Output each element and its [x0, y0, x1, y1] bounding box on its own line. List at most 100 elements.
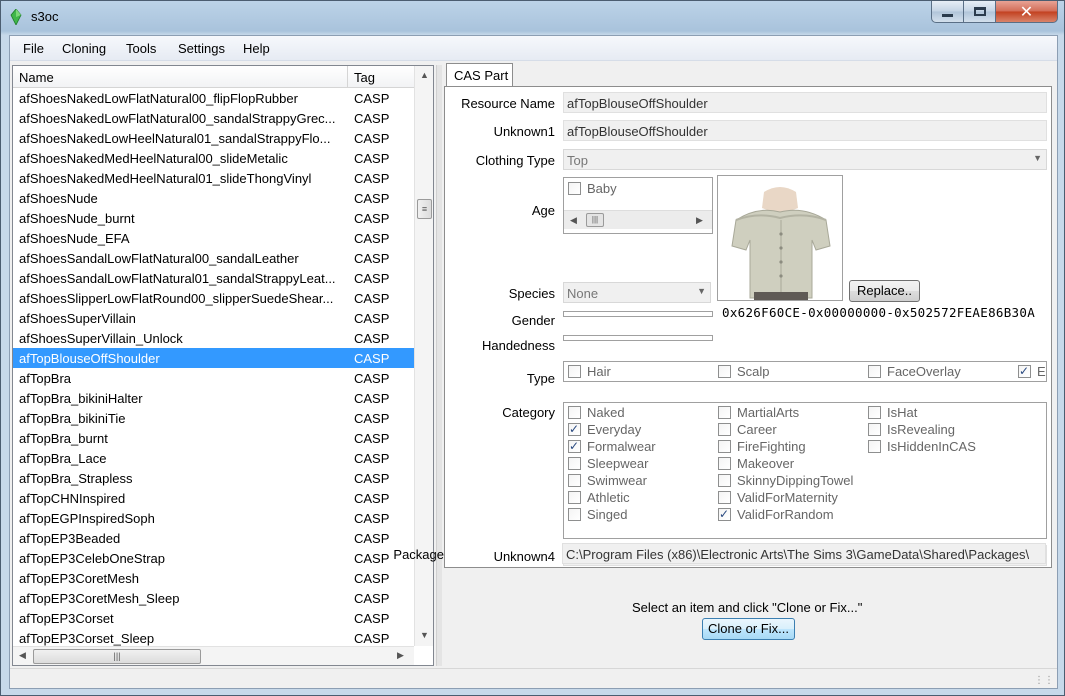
list-item[interactable]: afShoesSuperVillain CASP [13, 308, 414, 328]
list-item-name: afTopEGPInspiredSoph [19, 511, 155, 526]
list-item[interactable]: afShoesSlipperLowFlatRound00_slipperSued… [13, 288, 414, 308]
list-item[interactable]: afTopBra_burnt CASP [13, 428, 414, 448]
list-item[interactable]: afTopEP3Corset_Sleep CASP [13, 628, 414, 648]
list-item[interactable]: afTopBra_Lace CASP [13, 448, 414, 468]
list-item-name: afTopEP3CoretMesh_Sleep [19, 591, 180, 606]
resource-list[interactable]: Name Tag afShoesNakedLowFlatNatural00_fl… [12, 65, 434, 666]
type-list[interactable]: Hair Scalp FaceOverlay E [563, 361, 1047, 382]
scroll-right-icon[interactable]: ▶ [696, 215, 703, 226]
column-header-tag[interactable]: Tag [354, 70, 375, 85]
scroll-down-icon[interactable]: ▼ [420, 630, 429, 640]
category-checkbox-validforrandom[interactable]: ValidForRandom [718, 507, 834, 522]
gender-list[interactable] [563, 311, 713, 317]
menu-cloning[interactable]: Cloning [62, 41, 106, 56]
horizontal-scrollbar[interactable]: ◀ ||| ▶ [13, 646, 414, 665]
list-item[interactable]: afShoesNakedLowHeelNatural01_sandalStrap… [13, 128, 414, 148]
column-separator[interactable] [347, 66, 348, 88]
list-item-tag: CASP [354, 211, 390, 226]
type-checkbox-faceoverlay[interactable]: FaceOverlay [868, 364, 961, 379]
list-item[interactable]: afTopBra_bikiniHalter CASP [13, 388, 414, 408]
category-checkbox-skinnydippingtowel[interactable]: SkinnyDippingTowel [718, 473, 853, 488]
list-item[interactable]: afTopCHNInspired CASP [13, 488, 414, 508]
list-item[interactable]: afShoesNakedMedHeelNatural00_slideMetali… [13, 148, 414, 168]
age-scroll-thumb[interactable]: ||| [586, 213, 604, 227]
category-checkbox-ishiddenincas[interactable]: IsHiddenInCAS [868, 439, 976, 454]
type-checkbox-hair[interactable]: Hair [568, 364, 611, 379]
age-checkbox-baby[interactable]: Baby [568, 181, 617, 196]
age-horizontal-scrollbar[interactable]: ◀ ||| ▶ [564, 210, 712, 229]
category-checkbox-athletic[interactable]: Athletic [568, 490, 630, 505]
category-checkbox-swimwear[interactable]: Swimwear [568, 473, 647, 488]
type-label: Type [526, 371, 555, 386]
list-item[interactable]: afTopBra_bikiniTie CASP [13, 408, 414, 428]
scroll-left-icon[interactable]: ◀ [19, 650, 26, 661]
category-checkbox-martialarts[interactable]: MartialArts [718, 405, 799, 420]
list-item[interactable]: afTopBra_Strapless CASP [13, 468, 414, 488]
list-item[interactable]: afTopEP3CoretMesh CASP [13, 568, 414, 588]
checkbox-label: Hair [587, 364, 611, 379]
type-checkbox-e[interactable]: E [1018, 364, 1046, 379]
category-checkbox-makeover[interactable]: Makeover [718, 456, 794, 471]
category-checkbox-isrevealing[interactable]: IsRevealing [868, 422, 955, 437]
category-checkbox-naked[interactable]: Naked [568, 405, 625, 420]
list-item[interactable]: afTopEP3Beaded CASP [13, 528, 414, 548]
list-item-tag: CASP [354, 251, 390, 266]
minimize-button[interactable] [931, 1, 964, 23]
clothing-type-select[interactable]: Top ▼ [563, 149, 1047, 170]
resource-name-field[interactable]: afTopBlouseOffShoulder [563, 92, 1047, 113]
list-item[interactable]: afShoesNude CASP [13, 188, 414, 208]
category-label: Category [502, 405, 555, 420]
category-list[interactable]: Naked Everyday Formalwear Sleepwear Swimwear… [563, 402, 1047, 539]
list-rows: afShoesNakedLowFlatNatural00_flipFlopRub… [13, 88, 414, 648]
replace-button[interactable]: Replace.. [849, 280, 920, 302]
list-item[interactable]: afTopEGPInspiredSoph CASP [13, 508, 414, 528]
scroll-up-icon[interactable]: ▲ [420, 70, 429, 80]
menu-tools[interactable]: Tools [126, 41, 156, 56]
scroll-left-icon[interactable]: ◀ [570, 215, 577, 226]
type-checkbox-scalp[interactable]: Scalp [718, 364, 770, 379]
list-item[interactable]: afShoesNakedLowFlatNatural00_flipFlopRub… [13, 88, 414, 108]
category-checkbox-formalwear[interactable]: Formalwear [568, 439, 656, 454]
menu-help[interactable]: Help [243, 41, 270, 56]
list-item-name: afTopBra_Strapless [19, 471, 133, 486]
list-item[interactable]: afShoesNude_burnt CASP [13, 208, 414, 228]
menu-settings[interactable]: Settings [178, 41, 225, 56]
list-item[interactable]: afTopEP3Corset CASP [13, 608, 414, 628]
list-item[interactable]: afShoesNakedMedHeelNatural01_slideThongV… [13, 168, 414, 188]
column-header-name[interactable]: Name [19, 70, 54, 85]
species-select[interactable]: None ▼ [563, 282, 711, 303]
category-checkbox-ishat[interactable]: IsHat [868, 405, 917, 420]
list-item[interactable]: afShoesSandalLowFlatNatural00_sandalLeat… [13, 248, 414, 268]
list-item-name: afShoesSuperVillain [19, 311, 136, 326]
list-item[interactable]: afShoesNakedLowFlatNatural00_sandalStrap… [13, 108, 414, 128]
list-item[interactable]: afTopEP3CoretMesh_Sleep CASP [13, 588, 414, 608]
cas-part-thumbnail [717, 175, 843, 301]
maximize-button[interactable] [963, 1, 996, 23]
list-item[interactable]: afTopBlouseOffShoulder CASP [13, 348, 414, 368]
list-item[interactable]: afShoesSuperVillain_Unlock CASP [13, 328, 414, 348]
list-item[interactable]: afTopBra CASP [13, 368, 414, 388]
menu-file[interactable]: File [23, 41, 44, 56]
list-item-tag: CASP [354, 371, 390, 386]
unknown1-field[interactable]: afTopBlouseOffShoulder [563, 120, 1047, 141]
checkbox-icon [568, 406, 581, 419]
list-header: Name Tag [13, 66, 414, 88]
close-button[interactable]: ✕ [995, 1, 1058, 23]
scroll-right-icon[interactable]: ▶ [397, 650, 404, 661]
category-checkbox-sleepwear[interactable]: Sleepwear [568, 456, 648, 471]
category-checkbox-everyday[interactable]: Everyday [568, 422, 641, 437]
package-field[interactable]: C:\Program Files (x86)\Electronic Arts\T… [562, 543, 1046, 564]
category-checkbox-validformaternity[interactable]: ValidForMaternity [718, 490, 838, 505]
category-checkbox-firefighting[interactable]: FireFighting [718, 439, 806, 454]
horizontal-scroll-thumb[interactable]: ||| [33, 649, 201, 664]
title-bar[interactable]: s3oc ✕ [1, 1, 1064, 35]
category-checkbox-career[interactable]: Career [718, 422, 777, 437]
list-item[interactable]: afShoesSandalLowFlatNatural01_sandalStra… [13, 268, 414, 288]
category-checkbox-singed[interactable]: Singed [568, 507, 627, 522]
age-list[interactable]: Baby ◀ ||| ▶ [563, 177, 713, 234]
clone-or-fix-button[interactable]: Clone or Fix... [702, 618, 795, 640]
handedness-list[interactable] [563, 335, 713, 341]
list-item[interactable]: afShoesNude_EFA CASP [13, 228, 414, 248]
resize-grip-icon[interactable]: ⋮⋮ [1034, 675, 1054, 686]
tab-cas-part[interactable]: CAS Part [446, 63, 513, 87]
